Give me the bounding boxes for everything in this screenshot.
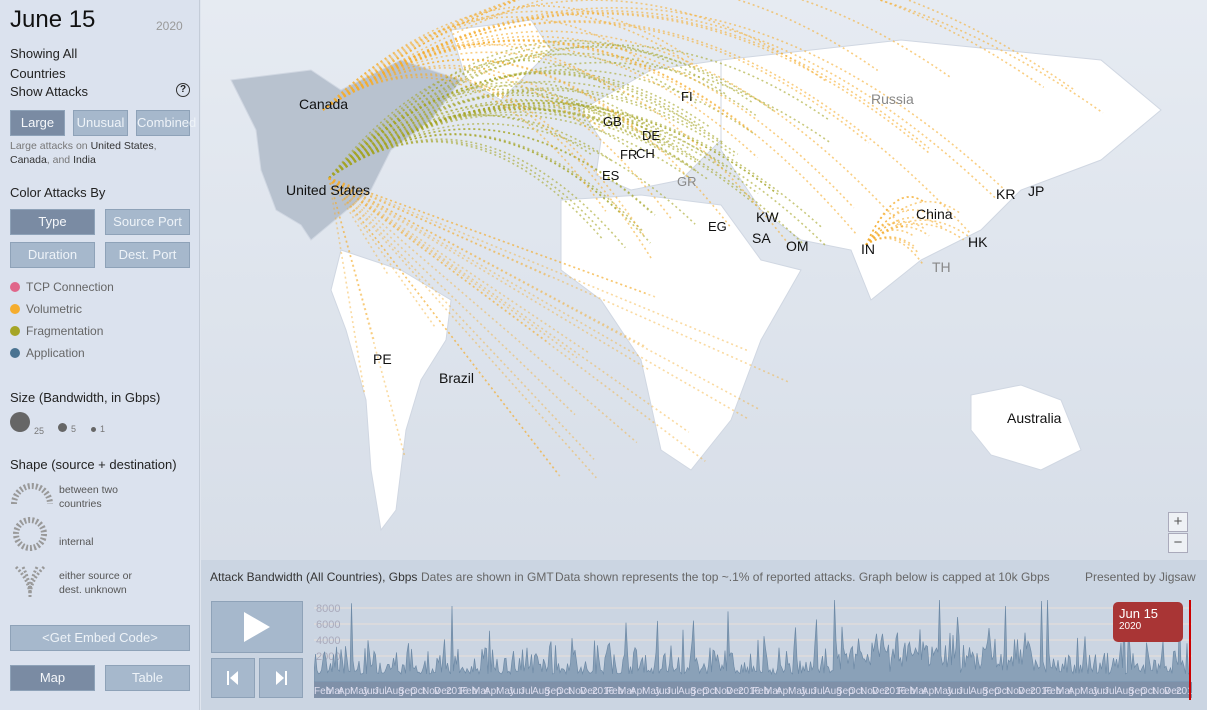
color-by-title: Color Attacks By [10,185,106,200]
type-button[interactable]: Type [10,209,95,235]
show-attacks-label: Show Attacks [10,84,89,99]
zoom-in-button[interactable]: + [1168,512,1188,532]
shape-internal-label: internal [59,536,94,548]
label-brazil[interactable]: Brazil [439,370,474,386]
showing-label: Showing All Countries [10,46,78,81]
bandwidth-chart[interactable]: 8000600040002000 FebMarAprMayJunJul AugSe… [314,600,1192,700]
label-pe[interactable]: PE [373,351,392,367]
size-5-label: 5 [71,424,77,434]
y-tick-label: 4000 [316,635,340,647]
play-icon [244,612,270,642]
timeline-panel: Attack Bandwidth (All Countries), Gbps D… [201,560,1207,710]
size-title: Size (Bandwidth, in Gbps) [10,390,161,405]
label-hk[interactable]: HK [968,234,987,250]
label-kw[interactable]: KW [756,209,779,225]
size-25-label: 25 [34,426,45,436]
label-in[interactable]: IN [861,241,875,257]
arc-shape-icon [11,483,53,505]
label-sa[interactable]: SA [752,230,771,246]
shape-title: Shape (source + destination) [10,457,177,472]
label-kr[interactable]: KR [996,186,1015,202]
label-australia[interactable]: Australia [1007,410,1061,426]
sidebar: June 15 2020 Showing All Countries Show … [0,0,200,710]
large-button[interactable]: Large [10,110,65,136]
label-fi[interactable]: FI [681,89,693,104]
duration-button[interactable]: Duration [10,242,95,268]
x-tick-label: Jul [520,686,533,697]
funnel-shape-icon [14,565,46,598]
south-america [330,249,452,532]
gmt-note: Dates are shown in GMT [421,570,554,584]
embed-code-button[interactable]: <Get Embed Code> [10,625,190,651]
label-ch[interactable]: CH [636,146,655,161]
x-tick-label: Jul [666,686,679,697]
size-1-icon [91,427,96,432]
map-view-button[interactable]: Map [10,665,95,691]
australia [970,384,1082,471]
label-gr[interactable]: GR [677,174,697,189]
y-tick-label: 8000 [316,603,340,615]
legend-tcp: TCP Connection [10,280,114,294]
label-russia[interactable]: Russia [871,91,914,107]
table-view-button[interactable]: Table [105,665,190,691]
x-tick-label: Jul [374,686,387,697]
x-tick-label: Jul [958,686,971,697]
label-canada[interactable]: Canada [299,96,348,112]
size-25-icon [10,412,30,432]
play-button[interactable] [211,601,303,653]
current-date: June 15 [10,6,96,33]
shape-unknown-label: either source or dest. unknown [59,570,132,596]
step-back-button[interactable] [211,658,255,698]
x-tick-label: Jul [812,686,825,697]
circle-shape-icon [13,517,47,551]
zoom-out-button[interactable]: − [1168,533,1188,553]
size-1-label: 1 [100,424,106,434]
north-america [230,59,462,241]
label-eg[interactable]: EG [708,219,727,234]
data-note: Data shown represents the top ~.1% of re… [555,570,1050,584]
label-om[interactable]: OM [786,238,809,254]
label-gb[interactable]: GB [603,114,622,129]
step-forward-button[interactable] [259,658,303,698]
label-fr[interactable]: FR [620,147,637,162]
credit: Presented by Jigsaw [1085,570,1196,584]
step-forward-icon [276,671,287,685]
world-map [230,0,1162,532]
legend-application: Application [10,346,85,360]
unusual-button[interactable]: Unusual [73,110,128,136]
legend-volumetric: Volumetric [10,302,82,316]
attack-map[interactable]: Canada United States FI Russia GB DE FR … [201,0,1207,560]
bandwidth-area [314,600,1191,683]
legend-fragmentation: Fragmentation [10,324,103,338]
step-back-icon [227,671,238,685]
current-year: 2020 [156,19,183,33]
current-date-badge: Jun 15 2020 [1113,602,1183,642]
y-tick-label: 6000 [316,619,340,631]
shape-between-label: between two countries [59,484,118,510]
x-tick-label: Jul [1104,686,1117,697]
label-th[interactable]: TH [932,259,951,275]
label-china[interactable]: China [916,206,953,222]
dest-port-button[interactable]: Dest. Port [105,242,190,268]
size-5-icon [58,423,67,432]
timeline-title: Attack Bandwidth (All Countries), Gbps [210,570,418,584]
combined-button[interactable]: Combined [136,110,196,136]
label-es[interactable]: ES [602,168,619,183]
question-circle-icon[interactable]: ? [176,83,190,97]
source-port-button[interactable]: Source Port [105,209,190,235]
label-united-states[interactable]: United States [286,182,370,198]
label-de[interactable]: DE [642,128,660,143]
attack-filter-description: Large attacks on United States, Canada, … [10,140,157,166]
label-jp[interactable]: JP [1028,183,1044,199]
